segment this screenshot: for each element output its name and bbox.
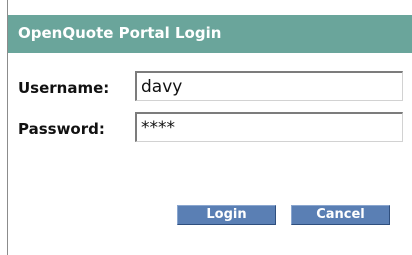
cancel-button[interactable]: Cancel (291, 205, 390, 225)
password-row: Password: (8, 110, 412, 144)
password-field[interactable] (135, 112, 403, 142)
dialog-titlebar: OpenQuote Portal Login (8, 15, 412, 53)
password-label: Password: (18, 120, 105, 138)
username-row: Username: (8, 71, 412, 105)
username-field[interactable] (135, 71, 403, 101)
dialog-title: OpenQuote Portal Login (18, 24, 222, 42)
login-dialog: OpenQuote Portal Login Username: Passwor… (7, 0, 412, 255)
login-button[interactable]: Login (177, 205, 276, 225)
username-label: Username: (18, 79, 110, 97)
